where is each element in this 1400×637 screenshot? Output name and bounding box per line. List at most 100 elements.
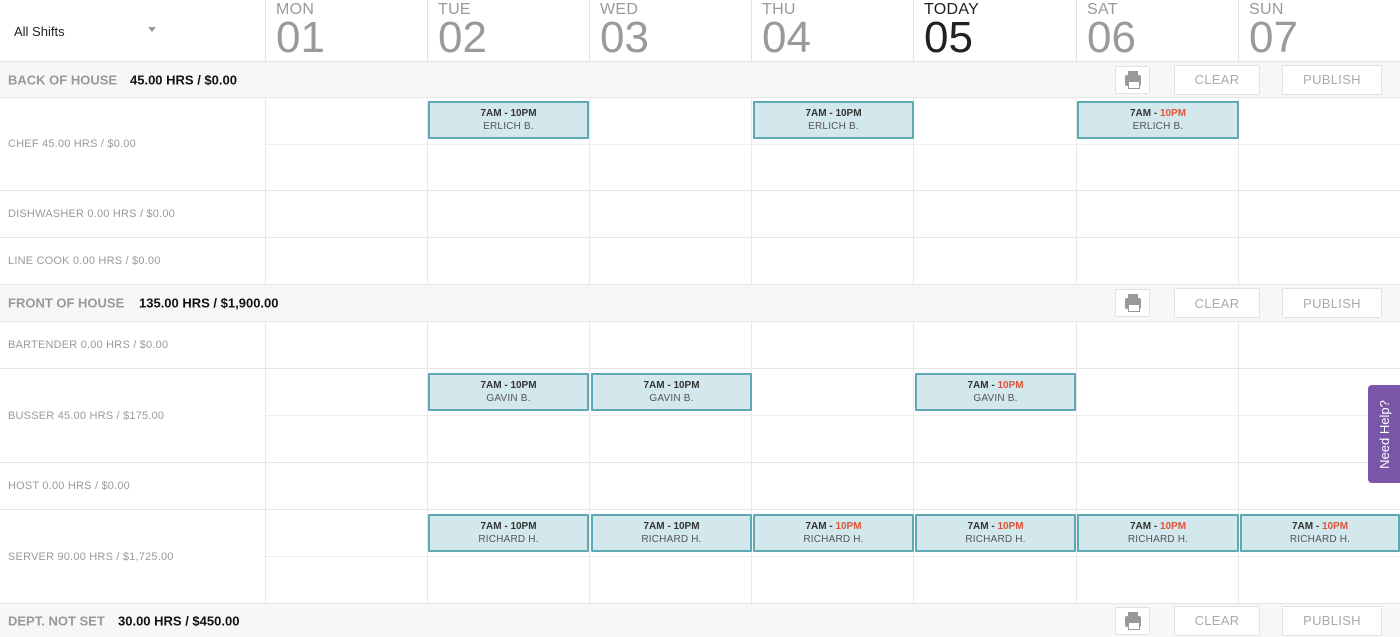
shift-employee: GAVIN B.	[973, 393, 1018, 404]
department-name: DEPT. NOT SET	[8, 613, 105, 628]
grid-line	[265, 98, 266, 285]
shift-time: 7AM - 10PM	[643, 380, 700, 391]
day-header-mon[interactable]: MON 01	[265, 0, 427, 62]
day-number: 07	[1249, 13, 1298, 62]
shift-employee: GAVIN B.	[649, 393, 694, 404]
shift-card[interactable]: 7AM - 10PM GAVIN B.	[428, 373, 589, 411]
shift-card[interactable]: 7AM - 10PM RICHARD H.	[753, 514, 914, 552]
department-name: BACK OF HOUSE	[8, 72, 118, 87]
grid-line	[913, 322, 914, 604]
grid-line	[265, 322, 266, 604]
shift-card[interactable]: 7AM - 10PM RICHARD H.	[1240, 514, 1400, 552]
shift-employee: RICHARD H.	[1127, 534, 1189, 545]
shift-time: 7AM - 10PM	[480, 521, 537, 532]
shift-filter-dropdown[interactable]: All Shifts	[0, 0, 265, 62]
day-header-tue[interactable]: TUE 02	[427, 0, 589, 62]
day-number: 04	[762, 13, 811, 62]
day-number: 06	[1087, 13, 1136, 62]
shift-time: 7AM - 10PM	[805, 521, 862, 532]
shift-time: 7AM - 10PM	[805, 108, 862, 119]
day-header-today[interactable]: TODAY 05	[913, 0, 1075, 62]
shift-time: 7AM - 10PM	[967, 380, 1024, 391]
shift-card[interactable]: 7AM - 10PM ERLICH B.	[1077, 101, 1239, 139]
grid-line	[427, 322, 428, 604]
shift-time: 7AM - 10PM	[480, 108, 537, 119]
shift-employee: ERLICH B.	[483, 121, 534, 132]
role-row-host: HOST 0.00 HRS / $0.00	[0, 463, 1400, 510]
role-label: SERVER 90.00 HRS / $1,725.00	[8, 550, 174, 563]
day-number: 01	[276, 13, 325, 62]
role-row-line-cook: LINE COOK 0.00 HRS / $0.00	[0, 238, 1400, 285]
shift-card[interactable]: 7AM - 10PM RICHARD H.	[915, 514, 1076, 552]
printer-icon	[1125, 611, 1141, 630]
role-row-dishwasher: DISHWASHER 0.00 HRS / $0.00	[0, 191, 1400, 238]
day-number: 05	[924, 13, 973, 62]
department-row-back-of-house: BACK OF HOUSE 45.00 HRS / $0.00 CLEAR PU…	[0, 62, 1400, 98]
shift-card[interactable]: 7AM - 10PM RICHARD H.	[591, 514, 752, 552]
shift-card[interactable]: 7AM - 10PM GAVIN B.	[915, 373, 1076, 411]
department-total: 30.00 HRS / $450.00	[118, 613, 240, 628]
department-row-dept-not-set: DEPT. NOT SET 30.00 HRS / $450.00 CLEAR …	[0, 604, 1400, 637]
department-total: 45.00 HRS / $0.00	[130, 72, 237, 87]
need-help-label: Need Help?	[1376, 399, 1392, 469]
shift-card[interactable]: 7AM - 10PM GAVIN B.	[591, 373, 752, 411]
printer-icon	[1125, 70, 1141, 89]
role-label: LINE COOK 0.00 HRS / $0.00	[8, 255, 161, 267]
role-label: HOST 0.00 HRS / $0.00	[8, 480, 130, 492]
shift-employee: GAVIN B.	[486, 393, 531, 404]
day-header-sat[interactable]: SAT 06	[1076, 0, 1238, 62]
print-button[interactable]	[1115, 65, 1150, 94]
shift-card[interactable]: 7AM - 10PM RICHARD H.	[1077, 514, 1239, 552]
grid-line	[1076, 322, 1077, 604]
shift-card[interactable]: 7AM - 10PM RICHARD H.	[428, 514, 589, 552]
role-row-bartender: BARTENDER 0.00 HRS / $0.00	[0, 322, 1400, 369]
clear-button[interactable]: CLEAR	[1174, 64, 1260, 95]
grid-line	[589, 322, 590, 604]
department-total: 135.00 HRS / $1,900.00	[139, 295, 279, 311]
grid-line	[1238, 322, 1239, 604]
shift-time: 7AM - 10PM	[1291, 521, 1349, 532]
department-name: FRONT OF HOUSE	[8, 295, 125, 311]
day-number: 02	[438, 13, 487, 62]
need-help-tab[interactable]: Need Help?	[1368, 385, 1400, 483]
shift-employee: RICHARD H.	[803, 534, 864, 545]
print-button[interactable]	[1115, 606, 1150, 635]
role-label: BARTENDER 0.00 HRS / $0.00	[8, 339, 169, 351]
shift-employee: RICHARD H.	[641, 534, 702, 545]
schedule-header: All Shifts MON 01 TUE 02 WED 03 THU 04 TODAY…	[0, 0, 1400, 62]
day-header-sun[interactable]: SUN 07	[1238, 0, 1400, 62]
day-number: 03	[600, 13, 649, 62]
row-divider	[265, 415, 1400, 416]
shift-time: 7AM - 10PM	[1129, 521, 1187, 532]
role-label: CHEF 45.00 HRS / $0.00	[8, 138, 136, 150]
clear-button[interactable]: CLEAR	[1174, 605, 1260, 636]
print-button[interactable]	[1115, 289, 1150, 317]
publish-button[interactable]: PUBLISH	[1282, 605, 1382, 636]
shift-time: 7AM - 10PM	[480, 380, 537, 391]
role-label: DISHWASHER 0.00 HRS / $0.00	[8, 208, 175, 220]
chevron-down-icon	[148, 27, 156, 32]
day-header-wed[interactable]: WED 03	[589, 0, 751, 62]
shift-employee: RICHARD H.	[965, 534, 1026, 545]
role-label: BUSSER 45.00 HRS / $175.00	[8, 409, 165, 422]
row-divider	[265, 144, 1400, 145]
printer-icon	[1125, 294, 1141, 312]
publish-button[interactable]: PUBLISH	[1282, 288, 1382, 318]
grid-line	[751, 98, 752, 285]
department-row-front-of-house: FRONT OF HOUSE 135.00 HRS / $1,900.00 CL…	[0, 285, 1400, 322]
publish-button[interactable]: PUBLISH	[1282, 64, 1382, 95]
row-divider	[265, 556, 1400, 557]
shift-time: 7AM - 10PM	[643, 521, 700, 532]
shift-card[interactable]: 7AM - 10PM ERLICH B.	[753, 101, 914, 139]
shift-employee: ERLICH B.	[1132, 121, 1184, 132]
shift-employee: ERLICH B.	[808, 121, 859, 132]
clear-button[interactable]: CLEAR	[1174, 288, 1260, 318]
shift-employee: RICHARD H.	[478, 534, 539, 545]
shift-card[interactable]: 7AM - 10PM ERLICH B.	[428, 101, 589, 139]
shift-time: 7AM - 10PM	[1129, 108, 1187, 119]
shift-employee: RICHARD H.	[1289, 534, 1351, 545]
shift-filter-label: All Shifts	[14, 23, 65, 39]
day-header-thu[interactable]: THU 04	[751, 0, 913, 62]
grid-line	[589, 98, 590, 285]
shift-time: 7AM - 10PM	[967, 521, 1024, 532]
